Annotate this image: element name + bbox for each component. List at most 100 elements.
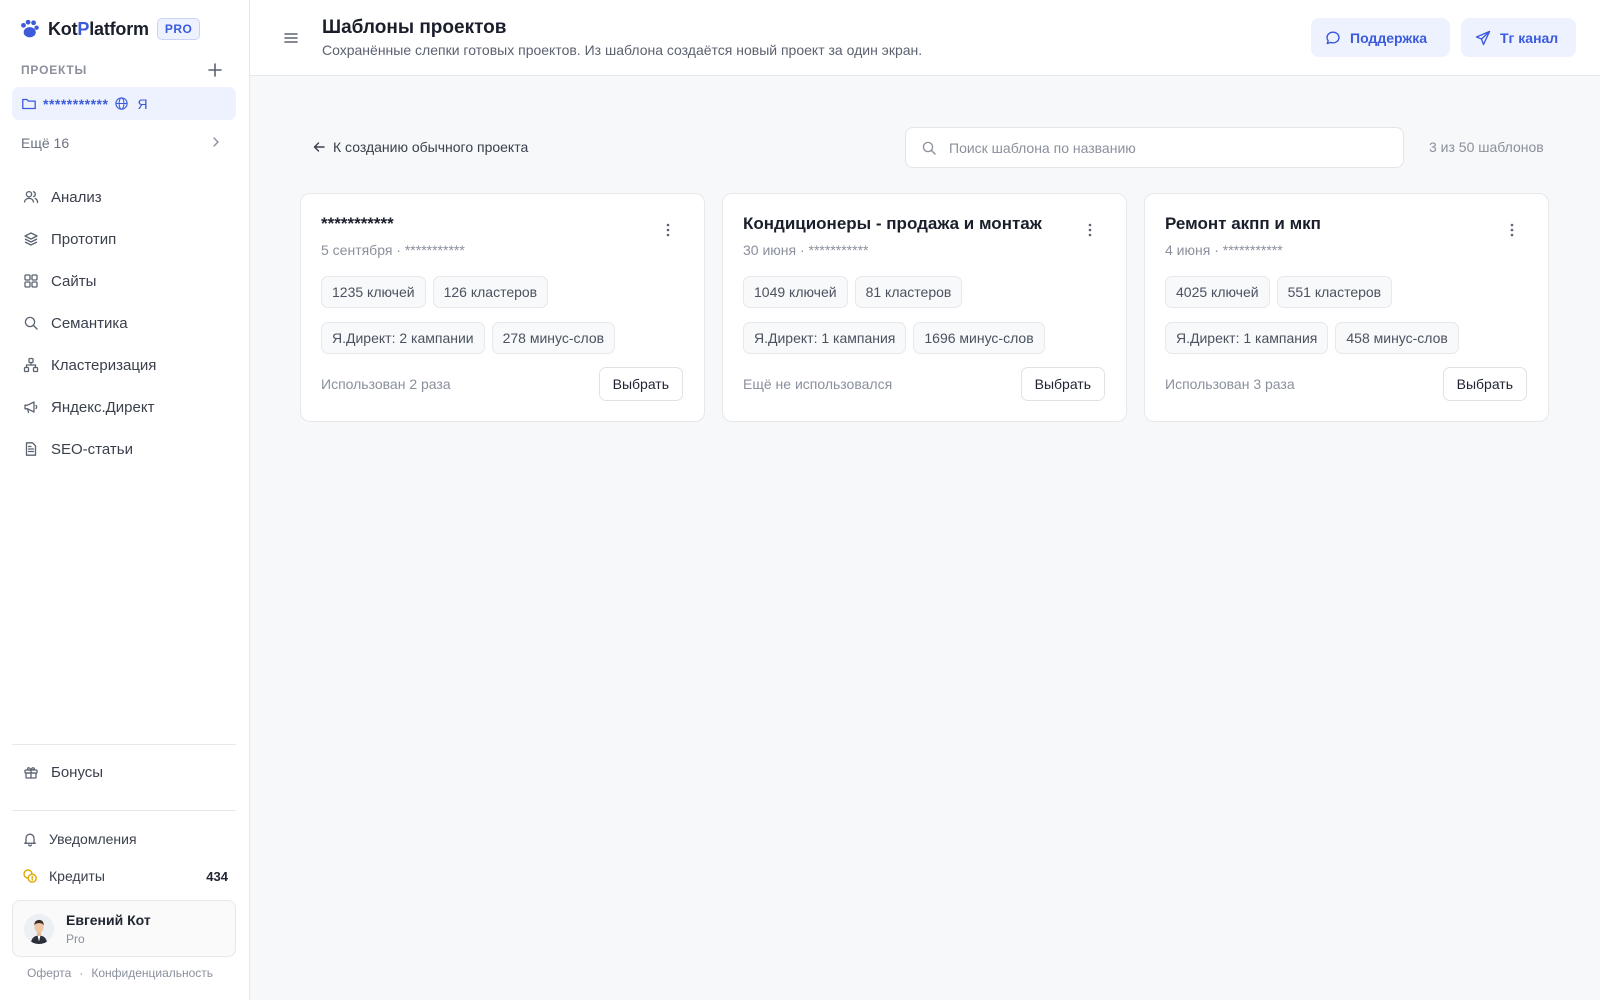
user-name: Евгений Кот [66, 911, 151, 928]
notifications-item[interactable]: Уведомления [12, 824, 236, 854]
stat-chip: 81 кластеров [854, 276, 963, 308]
user-plan: Pro [66, 931, 85, 946]
grid-icon [24, 274, 38, 288]
nav-item-label: Семантика [51, 314, 128, 332]
brand[interactable]: KotPlatform PRO [18, 16, 201, 42]
telegram-channel-button[interactable]: Тг канал [1461, 18, 1576, 57]
template-usage: Ещё не использовался [743, 376, 893, 392]
template-card: *********** 5 сентября · *********** 123… [300, 193, 705, 422]
template-card: Ремонт акпп и мкп 4 июня · *********** 4… [1144, 193, 1549, 422]
offer-link[interactable]: Оферта [27, 966, 71, 980]
search-input[interactable] [949, 139, 1403, 156]
credits-item[interactable]: Кредиты 434 [12, 861, 236, 891]
credits-label: Кредиты [49, 868, 105, 884]
nav-item-analysis[interactable]: Анализ [12, 178, 236, 216]
sidebar-divider [12, 810, 236, 811]
template-stats: 1235 ключей 126 кластеров Я.Директ: 2 ка… [321, 276, 691, 354]
avatar [24, 913, 54, 944]
stat-chip: 458 минус-слов [1335, 322, 1459, 354]
template-title: *********** [321, 214, 394, 233]
support-label: Поддержка [1350, 29, 1428, 46]
sidebar: KotPlatform PRO ПРОЕКТЫ *********** Я Ещ… [0, 0, 250, 1000]
users-icon [23, 190, 39, 204]
template-card: Кондиционеры - продажа и монтаж 30 июня … [722, 193, 1127, 422]
bell-icon [24, 833, 36, 847]
stat-chip: Я.Директ: 1 кампания [743, 322, 907, 354]
template-stats: 1049 ключей 81 кластеров Я.Директ: 1 кам… [743, 276, 1113, 354]
globe-icon [115, 97, 129, 110]
projects-section-label: ПРОЕКТЫ [21, 63, 88, 77]
back-link-label: К созданию обычного проекта [333, 139, 529, 155]
nav-item-yandex-direct[interactable]: Яндекс.Директ [12, 388, 236, 426]
add-project-button[interactable] [205, 60, 225, 80]
credits-value: 434 [206, 868, 228, 884]
send-icon [1475, 30, 1491, 45]
nav-item-label: Яндекс.Директ [51, 398, 155, 416]
privacy-link[interactable]: Конфиденциальность [91, 966, 213, 980]
cluster-icon [23, 357, 39, 373]
stat-chip: 4025 ключей [1165, 276, 1270, 308]
nav-item-label: Сайты [51, 272, 97, 290]
folder-icon [22, 98, 36, 109]
sidebar-divider [12, 744, 236, 745]
more-projects-label: Ещё 16 [21, 135, 70, 151]
select-template-button[interactable]: Выбрать [1020, 367, 1105, 401]
stat-chip: 1049 ключей [743, 276, 848, 308]
menu-icon[interactable] [282, 29, 300, 47]
plus-icon [208, 63, 222, 77]
stat-chip: 278 минус-слов [491, 322, 616, 354]
stat-chip: Я.Директ: 2 кампании [321, 322, 485, 354]
more-vertical-icon[interactable] [1082, 222, 1098, 238]
user-profile-card[interactable]: Евгений Кот Pro [12, 900, 236, 957]
nav-item-label: Кластеризация [51, 356, 157, 374]
stat-chip: 551 кластеров [1276, 276, 1393, 308]
template-title: Ремонт акпп и мкп [1165, 214, 1321, 233]
nav-item-seo-articles[interactable]: SEO-статьи [12, 430, 236, 468]
document-icon [25, 442, 37, 456]
more-vertical-icon[interactable] [660, 222, 676, 238]
more-vertical-icon[interactable] [1504, 222, 1520, 238]
legal-separator: · [79, 966, 84, 980]
search-icon [922, 141, 936, 155]
nav-item-prototype[interactable]: Прототип [12, 220, 236, 258]
more-projects-toggle[interactable]: Ещё 16 [12, 127, 236, 159]
user-info: Евгений Кот Pro [66, 912, 151, 946]
chat-bubble-icon [1326, 31, 1340, 44]
page-subtitle: Сохранённые слепки готовых проектов. Из … [322, 42, 923, 58]
back-to-project-link[interactable]: К созданию обычного проекта [312, 139, 528, 155]
yandex-flag: Я [137, 95, 148, 112]
nav-item-label: Прототип [51, 230, 117, 248]
bonus-section: Бонусы [12, 753, 236, 795]
template-usage: Использован 2 раза [321, 376, 451, 392]
template-search [905, 127, 1404, 168]
search-icon [24, 316, 38, 330]
select-template-button[interactable]: Выбрать [598, 367, 683, 401]
paw-logo-icon [21, 19, 39, 38]
nav-item-label: SEO-статьи [51, 440, 133, 458]
pro-badge: PRO [156, 18, 201, 40]
page-header: Шаблоны проектов Сохранённые слепки гото… [250, 0, 1600, 76]
nav-item-label: Анализ [51, 188, 102, 206]
nav-item-label: Бонусы [51, 763, 104, 781]
nav-item-clustering[interactable]: Кластеризация [12, 346, 236, 384]
active-project-name: *********** [43, 95, 109, 112]
coins-icon [23, 869, 37, 883]
nav-item-semantics[interactable]: Семантика [12, 304, 236, 342]
template-stats: 4025 ключей 551 кластеров Я.Директ: 1 ка… [1165, 276, 1535, 354]
nav-item-sites[interactable]: Сайты [12, 262, 236, 300]
stat-chip: 1696 минус-слов [913, 322, 1045, 354]
telegram-label: Тг канал [1500, 29, 1559, 46]
template-title: Кондиционеры - продажа и монтаж [743, 214, 1042, 233]
stat-chip: 1235 ключей [321, 276, 426, 308]
template-usage: Использован 3 раза [1165, 376, 1295, 392]
chevron-right-icon [213, 137, 219, 147]
support-button[interactable]: Поддержка [1311, 18, 1450, 57]
select-template-button[interactable]: Выбрать [1442, 367, 1527, 401]
gift-icon [24, 767, 38, 779]
nav-item-bonuses[interactable]: Бонусы [12, 753, 236, 791]
layers-icon [24, 232, 38, 246]
template-meta: 30 июня · *********** [743, 242, 869, 258]
active-project-item[interactable]: *********** Я [12, 87, 236, 120]
main-nav: Анализ Прототип Сайты Семантика Кластери… [12, 178, 236, 472]
arrow-left-icon [313, 142, 325, 152]
